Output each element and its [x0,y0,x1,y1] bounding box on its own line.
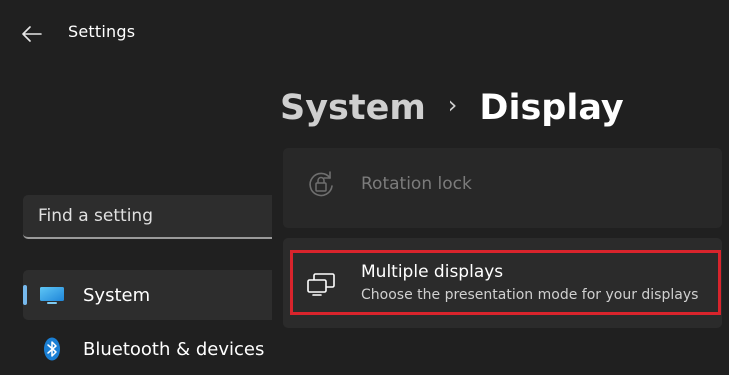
breadcrumb-parent[interactable]: System [280,88,426,128]
selection-indicator [23,285,27,305]
sidebar-item-system[interactable]: System [23,270,272,320]
multiple-displays-subtitle: Choose the presentation mode for your di… [361,287,699,303]
multiple-displays-title: Multiple displays [361,262,504,282]
breadcrumb: System › Display [280,84,624,132]
breadcrumb-separator: › [447,91,458,119]
search-box[interactable] [23,195,272,239]
monitor-icon [38,281,66,309]
sidebar-item-label: System [83,284,151,306]
app-title: Settings [68,22,136,41]
rotation-lock-title: Rotation lock [361,174,472,194]
bluetooth-icon [38,335,66,363]
search-input[interactable] [23,195,272,237]
sidebar-item-label: Bluetooth & devices [83,338,265,360]
multiple-displays-icon [305,270,337,298]
settings-window: Settings System [0,0,729,375]
rotation-lock-icon [305,168,337,200]
multiple-displays-card[interactable]: Multiple displays Choose the presentatio… [283,238,722,328]
page-title: Display [479,88,624,128]
title-bar: Settings [0,0,729,66]
back-button[interactable] [16,18,48,50]
back-arrow-icon [22,26,42,42]
sidebar-item-bluetooth[interactable]: Bluetooth & devices [23,324,272,374]
rotation-lock-card: Rotation lock [283,148,722,228]
